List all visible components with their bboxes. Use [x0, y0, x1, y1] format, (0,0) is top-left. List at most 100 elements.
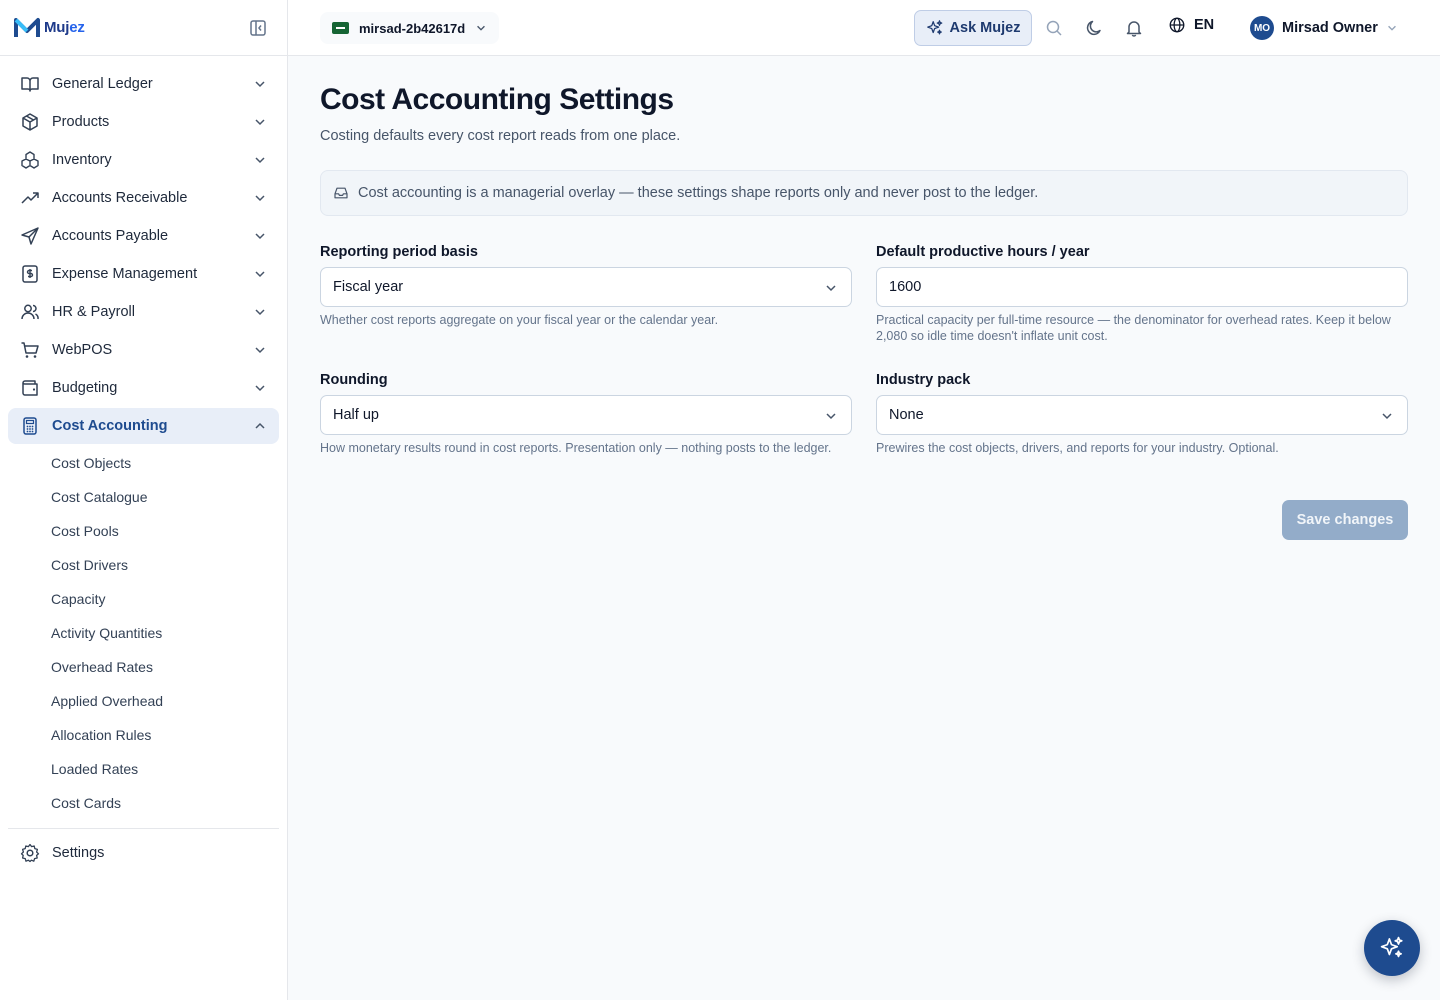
- sidebar-divider: [8, 828, 279, 829]
- sparkles-icon: [926, 20, 942, 35]
- page-subtitle: Costing defaults every cost report reads…: [320, 128, 681, 144]
- chevron-down-icon: [1387, 25, 1396, 31]
- bell-icon[interactable]: [1124, 18, 1144, 38]
- sidebar-item-label: Cost Accounting: [52, 418, 168, 434]
- chevron-down-icon: [255, 271, 265, 278]
- sidebar-subitem-capacity[interactable]: Capacity: [8, 582, 279, 616]
- field-help: How monetary results round in cost repor…: [320, 441, 832, 455]
- field-productive-hours: Default productive hours / year 1600 Pra…: [876, 244, 1408, 372]
- cost-accounting-submenu: Cost Objects Cost Catalogue Cost Pools C…: [8, 446, 279, 824]
- users-icon: [20, 302, 40, 322]
- sidebar-subitem-cost-cards[interactable]: Cost Cards: [8, 786, 279, 820]
- sparkles-icon: [1380, 936, 1403, 958]
- field-help: Prewires the cost objects, drivers, and …: [876, 441, 1279, 455]
- field-label: Industry pack: [876, 372, 971, 388]
- sidebar-item-label: WebPOS: [52, 342, 113, 358]
- industry-pack-select[interactable]: None: [876, 395, 1408, 435]
- company-name: mirsad-2b42617d: [359, 20, 466, 36]
- sidebar-item-expense-management[interactable]: Expense Management: [8, 256, 279, 292]
- chevron-down-icon: [255, 119, 265, 126]
- sidebar-item-label: Accounts Receivable: [52, 190, 188, 206]
- sidebar-collapse-icon[interactable]: [249, 19, 267, 37]
- chevron-up-icon: [255, 422, 265, 429]
- globe-icon: [1169, 17, 1185, 33]
- sidebar-item-webpos[interactable]: WebPOS: [8, 332, 279, 368]
- user-menu[interactable]: MO Mirsad Owner: [1250, 16, 1398, 40]
- field-label: Rounding: [320, 372, 388, 388]
- settings-form: Reporting period basis Fiscal year Wheth…: [320, 244, 1408, 500]
- chevron-down-icon: [477, 25, 486, 31]
- sidebar-subitem-activity-quantities[interactable]: Activity Quantities: [8, 616, 279, 650]
- field-reporting-period: Reporting period basis Fiscal year Wheth…: [320, 244, 852, 372]
- form-actions: Save changes: [320, 500, 1408, 540]
- sidebar-item-settings[interactable]: Settings: [8, 835, 279, 871]
- sidebar-subitem-cost-objects[interactable]: Cost Objects: [8, 446, 279, 480]
- inbox-icon: [334, 187, 348, 199]
- language-switcher[interactable]: EN: [1168, 16, 1214, 34]
- sidebar-item-label: HR & Payroll: [52, 304, 135, 320]
- save-changes-button[interactable]: Save changes: [1282, 500, 1408, 540]
- sidebar-item-accounts-receivable[interactable]: Accounts Receivable: [8, 180, 279, 216]
- chevron-down-icon: [255, 309, 265, 316]
- brand-header: Mujez: [0, 0, 287, 56]
- sidebar-subitem-applied-overhead[interactable]: Applied Overhead: [8, 684, 279, 718]
- user-name: Mirsad Owner: [1282, 20, 1378, 36]
- chevron-down-icon: [255, 233, 265, 240]
- cart-icon: [20, 340, 40, 360]
- sidebar-item-label: Products: [52, 114, 110, 130]
- sidebar-item-budgeting[interactable]: Budgeting: [8, 370, 279, 406]
- mujez-logo-icon: [14, 17, 40, 37]
- main-content: Cost Accounting Settings Costing default…: [320, 56, 1408, 540]
- brand-logo[interactable]: Mujez: [14, 17, 85, 39]
- page-title: Cost Accounting Settings: [320, 83, 674, 116]
- reporting-period-select[interactable]: Fiscal year: [320, 267, 852, 307]
- sidebar-subitem-cost-catalogue[interactable]: Cost Catalogue: [8, 480, 279, 514]
- sidebar: Mujez General Ledger Products Inventory …: [0, 0, 288, 1000]
- sidebar-item-products[interactable]: Products: [8, 104, 279, 140]
- select-value: None: [889, 407, 924, 423]
- select-value: Half up: [333, 407, 379, 423]
- chevron-down-icon: [255, 385, 265, 392]
- sidebar-item-inventory[interactable]: Inventory: [8, 142, 279, 178]
- select-value: Fiscal year: [333, 279, 404, 295]
- sidebar-item-label: Expense Management: [52, 266, 198, 282]
- ask-mujez-label: Ask Mujez: [949, 20, 1021, 36]
- field-rounding: Rounding Half up How monetary results ro…: [320, 372, 852, 500]
- chevron-down-icon: [826, 413, 836, 420]
- brand-name: Mujez: [44, 19, 85, 36]
- calculator-icon: [20, 416, 40, 436]
- sidebar-subitem-cost-drivers[interactable]: Cost Drivers: [8, 548, 279, 582]
- box-icon: [20, 112, 40, 132]
- gear-icon: [20, 843, 40, 863]
- chevron-down-icon: [255, 195, 265, 202]
- sidebar-item-cost-accounting[interactable]: Cost Accounting: [8, 408, 279, 444]
- input-value: 1600: [889, 279, 922, 295]
- wallet-icon: [20, 378, 40, 398]
- sidebar-subitem-loaded-rates[interactable]: Loaded Rates: [8, 752, 279, 786]
- sidebar-item-label: Budgeting: [52, 380, 118, 396]
- ask-mujez-button[interactable]: Ask Mujez: [914, 10, 1032, 46]
- search-icon[interactable]: [1044, 18, 1064, 38]
- sidebar-item-label: Inventory: [52, 152, 112, 168]
- info-notice: Cost accounting is a managerial overlay …: [320, 170, 1408, 216]
- chevron-down-icon: [255, 157, 265, 164]
- sidebar-subitem-cost-pools[interactable]: Cost Pools: [8, 514, 279, 548]
- sidebar-item-accounts-payable[interactable]: Accounts Payable: [8, 218, 279, 254]
- trending-up-icon: [20, 188, 40, 208]
- notice-text: Cost accounting is a managerial overlay …: [358, 185, 1039, 201]
- topbar: mirsad-2b42617d Ask Mujez EN MO Mirsad O…: [288, 0, 1440, 56]
- moon-icon[interactable]: [1084, 18, 1104, 38]
- sidebar-subitem-allocation-rules[interactable]: Allocation Rules: [8, 718, 279, 752]
- sidebar-item-general-ledger[interactable]: General Ledger: [8, 66, 279, 102]
- chevron-down-icon: [826, 285, 836, 292]
- productive-hours-input[interactable]: 1600: [876, 267, 1408, 307]
- company-switcher[interactable]: mirsad-2b42617d: [320, 12, 500, 44]
- sidebar-item-label: Settings: [52, 845, 105, 861]
- chevron-down-icon: [255, 347, 265, 354]
- sidebar-item-hr-payroll[interactable]: HR & Payroll: [8, 294, 279, 330]
- saudi-flag-icon: [332, 22, 349, 34]
- chevron-down-icon: [255, 81, 265, 88]
- sidebar-subitem-overhead-rates[interactable]: Overhead Rates: [8, 650, 279, 684]
- ai-assistant-fab[interactable]: [1364, 920, 1420, 976]
- rounding-select[interactable]: Half up: [320, 395, 852, 435]
